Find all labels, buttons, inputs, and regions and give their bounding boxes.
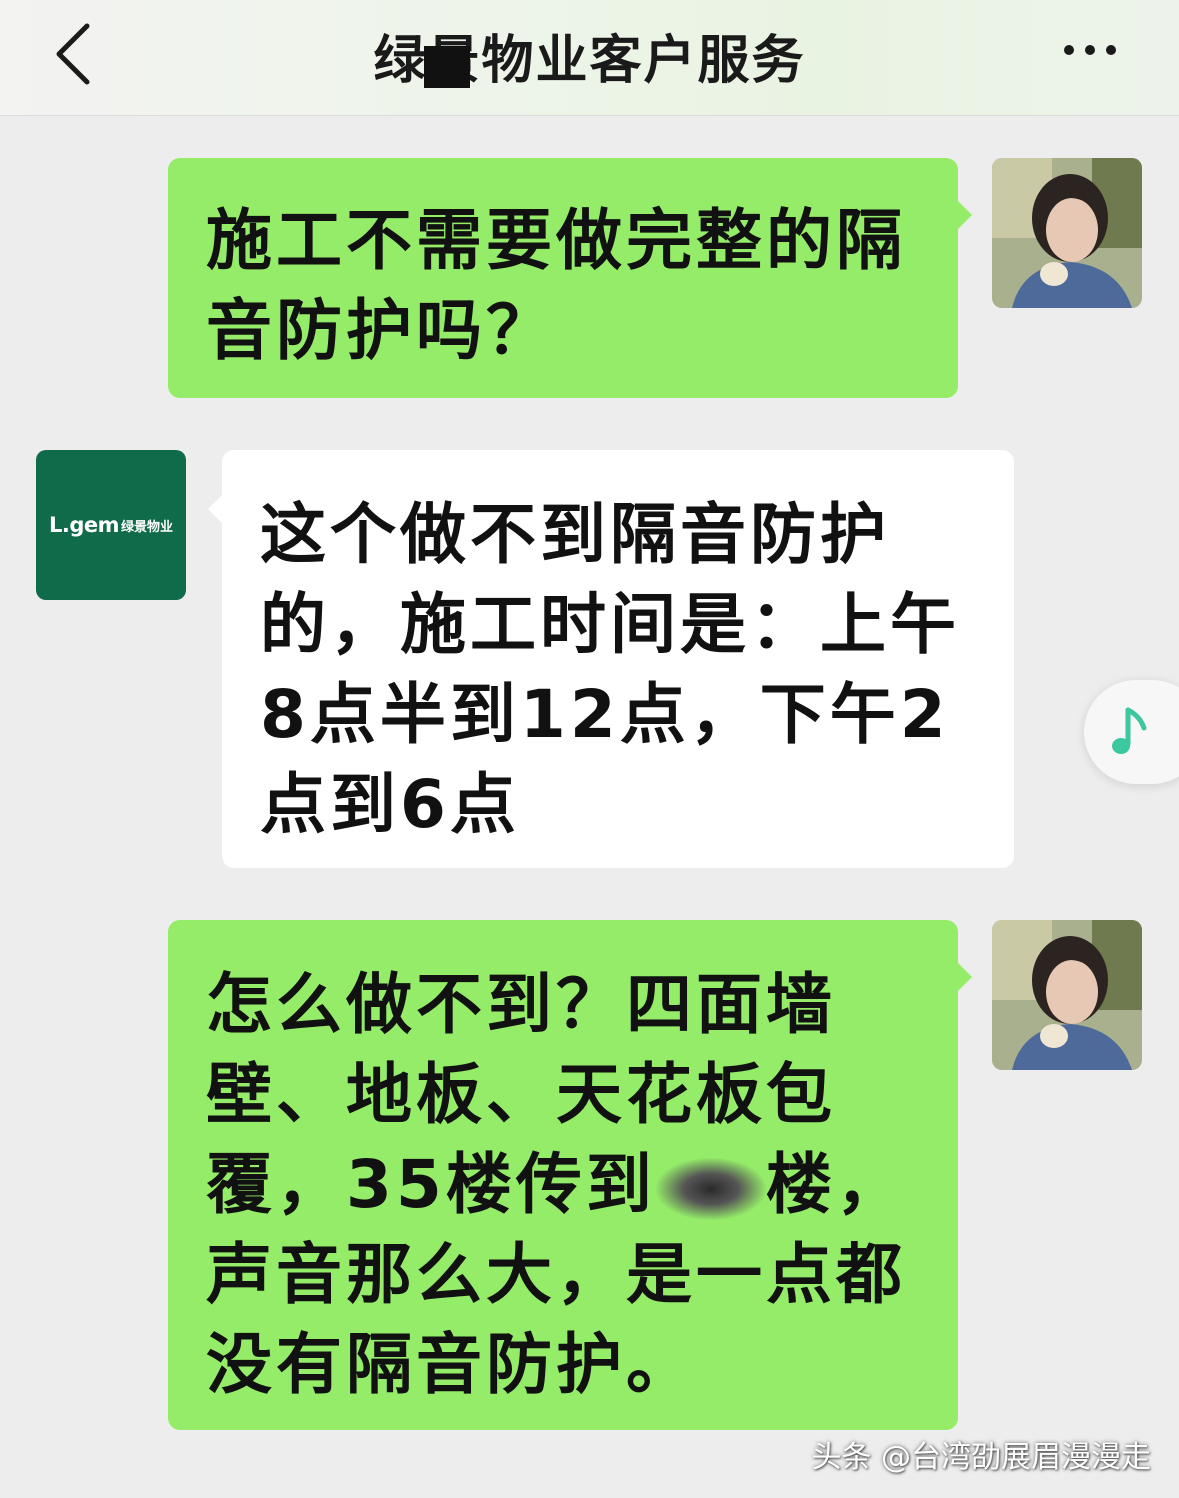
user-photo-icon: [992, 158, 1142, 308]
message-line: 壁、地板、天花板包: [206, 1056, 836, 1133]
message-bubble-incoming[interactable]: 这个做不到隔音防护 的，施工时间是：上午 8点半到12点，下午2 点到6点: [208, 450, 1014, 868]
message-bubble-outgoing[interactable]: 怎么做不到？四面墙 壁、地板、天花板包 覆，35楼传到 楼， 声音那么大，是一点都…: [168, 920, 972, 1430]
brand-logo-subtitle: 绿景物业: [121, 519, 174, 535]
title-redaction: [424, 46, 470, 88]
enterprise-avatar[interactable]: L.gem 绿景物业: [36, 450, 186, 600]
message-line: 施工不需要做完整的隔: [206, 202, 906, 279]
chat-title: 绿景物业客户服务: [373, 31, 806, 91]
user-photo-icon: [992, 920, 1142, 1070]
brand-logo: L.gem: [48, 513, 120, 537]
message-line: 覆，35楼传到 楼，: [206, 1146, 906, 1223]
ellipsis-icon: [1064, 45, 1074, 55]
message-line: 的，施工时间是：上午: [260, 586, 960, 663]
message-line: 没有隔音防护。: [206, 1326, 696, 1403]
message-line: 声音那么大，是一点都: [206, 1236, 906, 1313]
floor-redaction: [655, 1157, 766, 1220]
watermark: 头条 @台湾劭展眉漫漫走: [811, 1440, 1151, 1475]
more-options-button[interactable]: [1050, 28, 1130, 72]
message-line: 8点半到12点，下午2: [260, 676, 950, 753]
message-bubble-outgoing[interactable]: 施工不需要做完整的隔 音防护吗？: [168, 158, 972, 398]
avatar[interactable]: [992, 920, 1142, 1070]
floating-music-button[interactable]: [1084, 680, 1179, 784]
message-line: 音防护吗？: [206, 292, 556, 369]
message-line: 这个做不到隔音防护: [260, 496, 890, 573]
message-line: 怎么做不到？四面墙: [206, 966, 836, 1043]
nav-bar: 绿景物业客户服务: [0, 0, 1179, 116]
message-line: 点到6点: [260, 766, 520, 843]
avatar[interactable]: [992, 158, 1142, 308]
music-note-icon: [1112, 707, 1147, 754]
